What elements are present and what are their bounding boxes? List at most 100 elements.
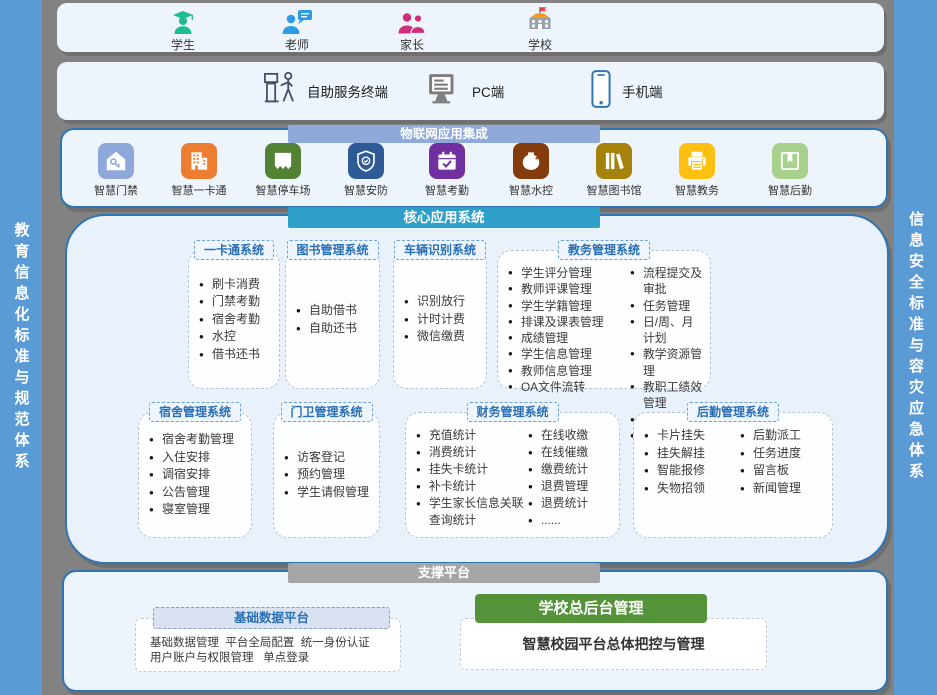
- list-item: 排课及课表管理: [508, 314, 630, 330]
- list-item: 水控: [199, 328, 260, 346]
- school-icon: [523, 7, 557, 35]
- list-item: 挂失解挂: [644, 445, 740, 463]
- list-item: 教学资源管理: [630, 346, 705, 379]
- base-data-platform-title: 基础数据平台: [153, 607, 390, 629]
- system-title: 车辆识别系统: [394, 240, 486, 260]
- system-box-onecard: 一卡通系统 刷卡消费门禁考勤宿舍考勤水控借书还书: [188, 250, 280, 389]
- iot-label: 智慧考勤: [411, 182, 483, 198]
- smart-campus-architecture-diagram: 教育信息化标准与规范体系 信息安全标准与容灾应急体系 学生: [0, 0, 937, 695]
- admin-desc-text: 智慧校园平台总体把控与管理: [523, 634, 705, 654]
- user-group-school: 学校: [500, 7, 580, 53]
- device-label: PC端: [472, 81, 504, 101]
- list-item: 宿舍考勤管理: [149, 431, 234, 449]
- list-item: 教师评课管理: [508, 281, 630, 297]
- list-item: 留言板: [740, 462, 827, 480]
- list-item: 调宿安排: [149, 466, 234, 484]
- user-label: 老师: [285, 36, 309, 53]
- iot-label: 智慧水控: [495, 182, 567, 198]
- feature-list: 访客登记预约管理学生请假管理: [284, 449, 369, 502]
- feature-list: 在线收缴在线催缴缴费统计退费管理退费统计......: [528, 427, 614, 533]
- list-item: 刷卡消费: [199, 276, 260, 294]
- list-item: 在线收缴: [528, 427, 614, 444]
- system-title: 后勤管理系统: [687, 402, 779, 422]
- right-rail-label: 信息安全标准与容灾应急体系: [905, 211, 926, 484]
- system-title: 图书管理系统: [286, 240, 378, 260]
- iot-item-parking: 智慧停车场: [247, 143, 319, 198]
- list-item: 寝室管理: [149, 501, 234, 519]
- parents-icon: [395, 7, 429, 35]
- list-item: 充值统计: [416, 427, 528, 444]
- system-title: 一卡通系统: [194, 240, 274, 260]
- iot-label: 智慧图书馆: [578, 182, 650, 198]
- user-label: 家长: [400, 36, 424, 53]
- feature-list: 宿舍考勤管理入住安排调宿安排公告管理寝室管理: [149, 431, 234, 519]
- iot-item-water: 智慧水控: [495, 143, 567, 198]
- device-label: 自助服务终端: [307, 81, 388, 101]
- system-box-logistics: 后勤管理系统 卡片挂失挂失解挂智能报修失物招领 后勤派工任务进度留言板新闻管理: [633, 412, 833, 538]
- logistics-icon: [772, 143, 808, 179]
- feature-list: 充值统计消费统计挂失卡统计补卡统计学生家长信息关联查询统计: [416, 427, 528, 533]
- list-item: 学生信息管理: [508, 346, 630, 362]
- iot-label: 智慧安防: [330, 182, 402, 198]
- feature-list: 后勤派工任务进度留言板新闻管理: [740, 427, 827, 533]
- user-label: 学校: [528, 36, 552, 53]
- list-item: 退费管理: [528, 478, 614, 495]
- list-item: 在线催缴: [528, 444, 614, 461]
- list-item: 学生学籍管理: [508, 298, 630, 314]
- feature-list: 刷卡消费门禁考勤宿舍考勤水控借书还书: [199, 276, 260, 364]
- user-group-student: 学生: [143, 7, 223, 53]
- base-platform-line: 用户账户与权限管理 单点登录: [150, 651, 392, 666]
- list-item: 补卡统计: [416, 478, 528, 495]
- user-label: 学生: [171, 36, 195, 53]
- system-box-vehicle: 车辆识别系统 识别放行计时计费微信缴费: [393, 250, 487, 389]
- list-item: 借书还书: [199, 346, 260, 364]
- list-item: OA文件流转: [508, 379, 630, 395]
- list-item: 学生家长信息关联查询统计: [416, 495, 528, 529]
- list-item: 日/周、月计划: [630, 314, 705, 347]
- school-admin-title: 学校总后台管理: [475, 594, 707, 623]
- student-icon: [167, 7, 199, 35]
- academic-icon: [679, 143, 715, 179]
- left-rail: 教育信息化标准与规范体系: [0, 0, 42, 695]
- list-item: 卡片挂失: [644, 427, 740, 445]
- iot-item-academic: 智慧教务: [661, 143, 733, 198]
- list-item: 计时计费: [404, 311, 465, 329]
- list-item: 任务进度: [740, 445, 827, 463]
- library-icon: [596, 143, 632, 179]
- security-icon: [348, 143, 384, 179]
- admin-desc-box: 智慧校园平台总体把控与管理: [460, 618, 767, 670]
- feature-list: 学生评分管理教师评课管理学生学籍管理排课及课表管理成绩管理学生信息管理教师信息管…: [508, 265, 630, 384]
- list-item: 自助还书: [296, 320, 357, 338]
- list-item: 挂失卡统计: [416, 461, 528, 478]
- list-item: 公告管理: [149, 484, 234, 502]
- device-group-pc: PC端: [425, 62, 504, 120]
- iot-label: 智慧后勤: [754, 182, 826, 198]
- system-box-library: 图书管理系统 自助借书自助还书: [285, 250, 380, 389]
- list-item: 新闻管理: [740, 480, 827, 498]
- base-platform-line: 基础数据管理 平台全局配置 统一身份认证: [150, 636, 392, 651]
- list-item: 宿舍考勤: [199, 311, 260, 329]
- list-item: 教师信息管理: [508, 363, 630, 379]
- list-item: 任务管理: [630, 298, 705, 314]
- feature-list: 流程提交及审批任务管理日/周、月计划教学资源管理教职工绩效管理工资管理.....…: [630, 265, 705, 384]
- list-item: 门禁考勤: [199, 293, 260, 311]
- phone-icon: [589, 69, 613, 114]
- list-item: ......: [528, 512, 614, 529]
- system-title: 财务管理系统: [466, 402, 558, 422]
- user-group-parents: 家长: [372, 7, 452, 53]
- system-box-dorm: 宿舍管理系统 宿舍考勤管理入住安排调宿安排公告管理寝室管理: [138, 412, 252, 538]
- teacher-icon: [280, 7, 314, 35]
- system-title: 门卫管理系统: [280, 402, 372, 422]
- support-panel: 支撑平台 基础数据管理 平台全局配置 统一身份认证 用户账户与权限管理 单点登录…: [62, 570, 888, 692]
- system-title: 宿舍管理系统: [149, 402, 241, 422]
- system-box-finance: 财务管理系统 充值统计消费统计挂失卡统计补卡统计学生家长信息关联查询统计 在线收…: [405, 412, 620, 538]
- users-panel: 学生 老师: [57, 3, 884, 52]
- system-box-gate: 门卫管理系统 访客登记预约管理学生请假管理: [273, 412, 380, 538]
- core-panel-header: 核心应用系统: [288, 207, 600, 228]
- iot-item-logistics: 智慧后勤: [754, 143, 826, 198]
- devices-panel: 自助服务终端 PC端: [57, 62, 884, 120]
- system-title: 教务管理系统: [558, 240, 650, 260]
- access-control-icon: [98, 143, 134, 179]
- list-item: 成绩管理: [508, 330, 630, 346]
- list-item: 失物招领: [644, 480, 740, 498]
